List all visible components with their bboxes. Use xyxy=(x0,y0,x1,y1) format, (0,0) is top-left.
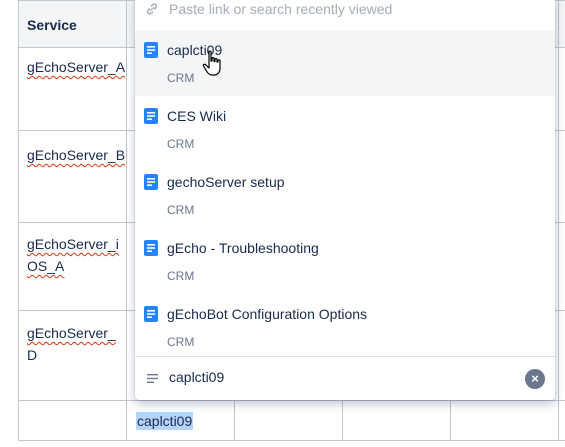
link-text-value: caplcti09 xyxy=(169,369,225,385)
result-title: CES Wiki xyxy=(167,108,227,124)
table-row[interactable]: gEchoServer_B xyxy=(27,144,127,166)
search-placeholder: Paste link or search recently viewed xyxy=(169,1,393,17)
document-icon xyxy=(144,174,158,190)
cell-service-name-cont: OS_A xyxy=(27,258,65,274)
table-row[interactable]: gEchoServer_i OS_A xyxy=(27,233,127,277)
link-text-field[interactable]: caplcti09 × xyxy=(135,356,555,400)
document-icon xyxy=(144,240,158,256)
link-search-field[interactable]: Paste link or search recently viewed xyxy=(135,0,555,30)
cell-service-name: gEchoServer_i xyxy=(27,236,119,252)
document-icon xyxy=(144,42,158,58)
search-result-item[interactable]: gEchoBot Configuration Options CRM xyxy=(135,294,555,360)
search-result-item[interactable]: caplcti09 CRM xyxy=(135,30,555,96)
link-icon xyxy=(146,3,158,15)
result-space: CRM xyxy=(167,335,195,349)
cell-service-name: gEchoServer_A xyxy=(27,59,126,75)
result-space: CRM xyxy=(167,71,195,85)
selected-cell-text[interactable]: caplcti09 xyxy=(136,412,194,430)
document-icon xyxy=(144,306,158,322)
cell-service-name: gEchoServer_B xyxy=(27,147,126,163)
result-space: CRM xyxy=(167,137,195,151)
search-result-item[interactable]: CES Wiki CRM xyxy=(135,96,555,162)
close-icon: × xyxy=(531,371,539,386)
cell-service-name-cont: D xyxy=(27,347,38,363)
search-result-item[interactable]: gEcho - Troubleshooting CRM xyxy=(135,228,555,294)
clear-button[interactable]: × xyxy=(525,369,545,389)
table-row[interactable]: gEchoServer_A xyxy=(27,56,127,78)
column-header-service: Service xyxy=(27,17,77,33)
result-space: CRM xyxy=(167,269,195,283)
result-title: gechoServer setup xyxy=(167,174,285,190)
result-space: CRM xyxy=(167,203,195,217)
result-title: gEcho - Troubleshooting xyxy=(167,240,319,256)
text-lines-icon xyxy=(147,374,158,383)
search-result-item[interactable]: gechoServer setup CRM xyxy=(135,162,555,228)
table-row[interactable]: gEchoServer_ D xyxy=(27,322,127,366)
document-icon xyxy=(144,108,158,124)
link-search-dropdown: Paste link or search recently viewed cap… xyxy=(135,0,555,400)
hand-cursor-icon xyxy=(202,50,221,76)
cell-service-name: gEchoServer_ xyxy=(27,325,116,341)
result-title: gEchoBot Configuration Options xyxy=(167,306,368,322)
